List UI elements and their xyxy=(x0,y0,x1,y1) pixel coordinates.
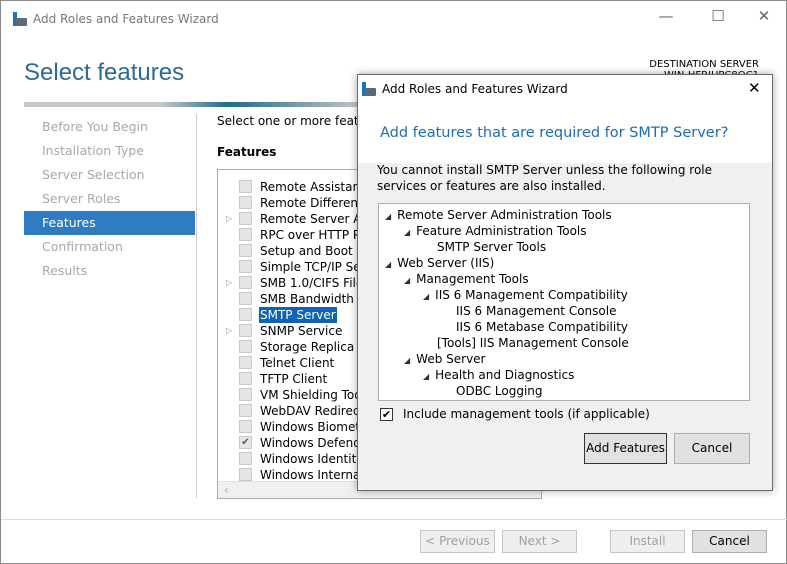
tree-item-label: [Tools] IIS Management Console xyxy=(437,336,629,350)
wizard-steps-nav: Before You Begin Installation Type Server … xyxy=(24,115,195,283)
feature-checkbox[interactable]: ✔ xyxy=(239,436,252,449)
collapse-arrow-icon[interactable]: ◢ xyxy=(404,276,410,285)
feature-checkbox[interactable] xyxy=(239,244,252,257)
tree-item-label: Feature Administration Tools xyxy=(416,224,587,238)
feature-checkbox[interactable] xyxy=(239,292,252,305)
tree-item: IIS 6 Management Console xyxy=(456,303,616,319)
required-features-dialog: Add Roles and Features Wizard ✕ Add feat… xyxy=(357,74,773,491)
tree-item-label: ODBC Logging xyxy=(456,384,543,398)
feature-checkbox[interactable] xyxy=(239,372,252,385)
divider xyxy=(196,114,197,498)
scroll-left-icon[interactable]: ‹ xyxy=(224,483,229,497)
feature-checkbox[interactable] xyxy=(239,404,252,417)
maximize-button[interactable]: ☐ xyxy=(703,7,733,25)
tree-item: ◢ Health and Diagnostics xyxy=(423,367,574,383)
feature-checkbox[interactable] xyxy=(239,420,252,433)
tree-item-label: Web Server xyxy=(416,352,486,366)
destination-label: DESTINATION SERVER xyxy=(649,59,759,70)
feature-checkbox[interactable] xyxy=(239,452,252,465)
tree-item: SMTP Server Tools xyxy=(437,239,546,255)
feature-label[interactable]: SNMP Service xyxy=(260,323,342,339)
tree-item-label: Management Tools xyxy=(416,272,529,286)
feature-checkbox[interactable] xyxy=(239,260,252,273)
footer-divider xyxy=(1,519,787,520)
tree-item-label: SMTP Server Tools xyxy=(437,240,547,254)
tree-item-label: IIS 6 Management Compatibility xyxy=(435,288,628,302)
tree-item-label: Health and Diagnostics xyxy=(435,368,575,382)
feature-label[interactable]: SMTP Server xyxy=(259,307,337,323)
sidebar-item-results[interactable]: Results xyxy=(24,259,195,283)
features-heading: Features xyxy=(217,145,277,159)
tree-item: ◢ IIS 6 Management Compatibility xyxy=(423,287,628,303)
install-button[interactable]: Install xyxy=(610,530,685,553)
collapse-arrow-icon[interactable]: ◢ xyxy=(385,212,391,221)
feature-checkbox[interactable] xyxy=(239,228,252,241)
tree-item: ◢ Web Server xyxy=(404,351,485,367)
collapse-arrow-icon[interactable]: ◢ xyxy=(404,356,410,365)
sidebar-item-features[interactable]: Features xyxy=(24,211,195,235)
dialog-title: Add Roles and Features Wizard xyxy=(382,82,568,96)
collapse-arrow-icon[interactable]: ◢ xyxy=(385,260,391,269)
feature-checkbox[interactable] xyxy=(239,324,252,337)
include-management-tools-label[interactable]: Include management tools (if applicable) xyxy=(403,407,650,421)
feature-checkbox[interactable] xyxy=(239,212,252,225)
feature-checkbox[interactable] xyxy=(239,468,252,481)
add-features-button[interactable]: Add Features xyxy=(584,433,667,464)
tree-item-label: Web Server (IIS) xyxy=(397,256,495,270)
tree-item-label: IIS 6 Metabase Compatibility xyxy=(456,320,629,334)
app-icon xyxy=(362,82,376,96)
sidebar-item-confirmation[interactable]: Confirmation xyxy=(24,235,195,259)
page-title: Select features xyxy=(24,59,185,86)
dialog-description: You cannot install SMTP Server unless th… xyxy=(377,163,713,193)
tree-item-label: Remote Server Administration Tools xyxy=(397,208,612,222)
next-button[interactable]: Next > xyxy=(502,530,577,553)
feature-checkbox[interactable] xyxy=(239,308,252,321)
cancel-button[interactable]: Cancel xyxy=(692,530,767,553)
close-button[interactable]: ✕ xyxy=(749,7,779,25)
previous-button[interactable]: < Previous xyxy=(420,530,495,553)
expand-icon[interactable]: ▷ xyxy=(226,275,232,291)
dialog-close-button[interactable]: ✕ xyxy=(748,79,761,97)
window-title: Add Roles and Features Wizard xyxy=(33,12,219,26)
app-icon xyxy=(13,12,27,26)
expand-icon[interactable]: ▷ xyxy=(226,323,232,339)
feature-checkbox[interactable] xyxy=(239,340,252,353)
tree-item-label: IIS 6 Management Console xyxy=(456,304,617,318)
collapse-arrow-icon[interactable]: ◢ xyxy=(404,228,410,237)
expand-icon[interactable]: ▷ xyxy=(226,211,232,227)
tree-item: ODBC Logging xyxy=(456,383,543,399)
tree-item: ◢ Management Tools xyxy=(404,271,529,287)
wizard-progress-bar xyxy=(24,102,364,107)
feature-checkbox[interactable] xyxy=(239,388,252,401)
feature-checkbox[interactable] xyxy=(239,196,252,209)
dialog-heading: Add features that are required for SMTP … xyxy=(380,125,729,141)
feature-label[interactable]: Telnet Client xyxy=(260,355,334,371)
feature-checkbox[interactable] xyxy=(239,180,252,193)
feature-label[interactable]: Storage Replica xyxy=(260,339,354,355)
sidebar-item-installation-type[interactable]: Installation Type xyxy=(24,139,195,163)
feature-checkbox[interactable] xyxy=(239,356,252,369)
tree-item: [Tools] IIS Management Console xyxy=(437,335,629,351)
collapse-arrow-icon[interactable]: ◢ xyxy=(423,372,429,381)
sidebar-item-before-you-begin[interactable]: Before You Begin xyxy=(24,115,195,139)
tree-item: IIS 6 Metabase Compatibility xyxy=(456,319,628,335)
sidebar-item-server-roles[interactable]: Server Roles xyxy=(24,187,195,211)
tree-item: ◢ Remote Server Administration Tools xyxy=(385,207,612,223)
minimize-button[interactable]: — xyxy=(651,7,681,25)
sidebar-item-server-selection[interactable]: Server Selection xyxy=(24,163,195,187)
tree-item: ◢ Feature Administration Tools xyxy=(404,223,587,239)
tree-item: ◢ Web Server (IIS) xyxy=(385,255,494,271)
collapse-arrow-icon[interactable]: ◢ xyxy=(423,292,429,301)
feature-checkbox[interactable] xyxy=(239,276,252,289)
instruction-text: Select one or more features to install o… xyxy=(217,114,357,128)
dialog-cancel-button[interactable]: Cancel xyxy=(674,433,750,464)
feature-label[interactable]: TFTP Client xyxy=(260,371,327,387)
include-management-tools-checkbox[interactable]: ✔ xyxy=(380,408,393,421)
required-features-tree[interactable]: ◢ Remote Server Administration Tools ◢ Feat… xyxy=(378,203,750,401)
